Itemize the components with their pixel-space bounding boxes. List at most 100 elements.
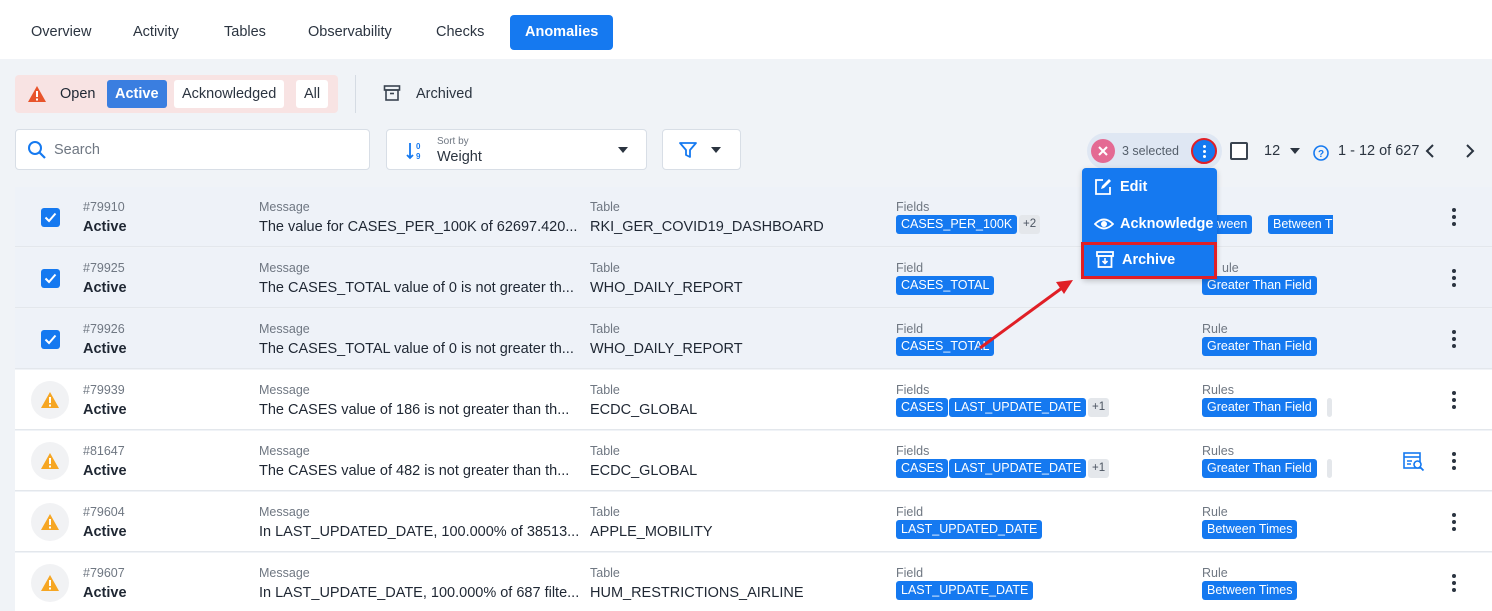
fields-label: Field bbox=[896, 322, 924, 336]
bulk-actions-menu: Edit Acknowledge Archive bbox=[1081, 168, 1217, 279]
row-menu-button[interactable] bbox=[1452, 452, 1456, 470]
check-icon bbox=[44, 273, 57, 284]
status-acknowledged-button[interactable]: Acknowledged bbox=[174, 80, 285, 108]
row-checkbox[interactable] bbox=[41, 269, 60, 288]
chevron-left-icon[interactable] bbox=[1425, 144, 1435, 158]
rule-tag: Greater Than Field bbox=[1202, 337, 1317, 356]
table-row[interactable]: #79925 Active Message The CASES_TOTAL va… bbox=[15, 248, 1492, 308]
table-row[interactable]: #79910 Active Message The value for CASE… bbox=[15, 187, 1492, 247]
rule-tag: Greater Than Field bbox=[1202, 459, 1317, 478]
table-label: Table bbox=[590, 444, 620, 458]
rule-tag: Between T bbox=[1268, 215, 1333, 234]
row-menu-button[interactable] bbox=[1452, 513, 1456, 531]
menu-item-archive[interactable]: Archive bbox=[1081, 242, 1217, 279]
rules-cell: etween Between T bbox=[1202, 187, 1333, 247]
row-menu-button[interactable] bbox=[1452, 269, 1456, 287]
search-input[interactable] bbox=[54, 136, 354, 164]
annotation-arrow bbox=[979, 280, 1073, 350]
table-row[interactable]: #81647 Active Message The CASES value of… bbox=[15, 431, 1492, 491]
rule-tag: Greater Than Field bbox=[1202, 398, 1317, 417]
table-name: WHO_DAILY_REPORT bbox=[590, 280, 743, 296]
message-label: Message bbox=[259, 383, 310, 397]
rule-tag: Between Times bbox=[1202, 581, 1298, 600]
clear-selection-button[interactable] bbox=[1091, 139, 1115, 163]
status-open-label: Open bbox=[60, 86, 96, 102]
anomaly-status: Active bbox=[83, 524, 127, 540]
row-checkbox[interactable] bbox=[41, 330, 60, 349]
row-menu-button[interactable] bbox=[1452, 208, 1456, 226]
rules-label: Rule bbox=[1202, 566, 1228, 580]
menu-item-acknowledge[interactable]: Acknowledge bbox=[1082, 206, 1217, 242]
tab-checks[interactable]: Checks bbox=[421, 15, 499, 50]
pagination-range: 1 - 12 of 627 bbox=[1338, 143, 1420, 159]
more-fields-badge[interactable]: +1 bbox=[1088, 459, 1110, 478]
fields-label: Field bbox=[896, 566, 924, 580]
table-label: Table bbox=[590, 200, 620, 214]
chevron-right-icon[interactable] bbox=[1465, 144, 1475, 158]
filter-button[interactable] bbox=[662, 129, 741, 170]
archived-button[interactable]: Archived bbox=[383, 75, 472, 113]
more-rules-badge[interactable] bbox=[1327, 398, 1332, 417]
anomaly-message: The CASES value of 186 is not greater th… bbox=[259, 402, 570, 418]
status-filter: Open Active Acknowledged All bbox=[15, 75, 338, 113]
tab-observability[interactable]: Observability bbox=[293, 15, 407, 50]
anomaly-message: The value for CASES_PER_100K of 62697.42… bbox=[259, 219, 578, 235]
anomaly-status: Active bbox=[83, 585, 127, 601]
warning-icon bbox=[28, 86, 46, 102]
row-menu-button[interactable] bbox=[1452, 391, 1456, 409]
table-row[interactable]: #79939 Active Message The CASES value of… bbox=[15, 370, 1492, 430]
message-label: Message bbox=[259, 261, 310, 275]
check-icon bbox=[44, 212, 57, 223]
more-fields-badge[interactable]: +1 bbox=[1088, 398, 1110, 417]
table-row[interactable]: #79926 Active Message The CASES_TOTAL va… bbox=[15, 309, 1492, 369]
chevron-down-icon bbox=[711, 147, 721, 153]
table-row[interactable]: #79607 Active Message In LAST_UPDATE_DAT… bbox=[15, 553, 1492, 611]
field-tag: LAST_UPDATE_DATE bbox=[949, 398, 1087, 417]
anomaly-message: The CASES_TOTAL value of 0 is not greate… bbox=[259, 280, 574, 296]
fields-label: Fields bbox=[896, 200, 930, 214]
row-menu-button[interactable] bbox=[1452, 330, 1456, 348]
archive-icon bbox=[1096, 251, 1114, 268]
menu-item-edit[interactable]: Edit bbox=[1082, 169, 1217, 205]
fields-label: Field bbox=[896, 505, 924, 519]
table-row[interactable]: #79604 Active Message In LAST_UPDATED_DA… bbox=[15, 492, 1492, 552]
table-label: Table bbox=[590, 505, 620, 519]
row-menu-button[interactable] bbox=[1452, 574, 1456, 592]
search-box bbox=[15, 129, 370, 170]
rule-tag: Between Times bbox=[1202, 520, 1298, 539]
tab-tables[interactable]: Tables bbox=[209, 15, 281, 50]
field-tag: CASES bbox=[896, 459, 949, 478]
sort-dropdown[interactable]: 0 9 Sort by Weight bbox=[386, 129, 647, 170]
table-label: Table bbox=[590, 261, 620, 275]
help-icon[interactable]: ? bbox=[1313, 145, 1329, 161]
select-all-checkbox[interactable] bbox=[1230, 142, 1248, 160]
anomaly-id: #79939 bbox=[83, 383, 125, 397]
status-all-button[interactable]: All bbox=[296, 80, 329, 108]
anomaly-message: In LAST_UPDATED_DATE, 100.000% of 38513.… bbox=[259, 524, 579, 540]
warning-icon bbox=[31, 503, 69, 541]
chevron-down-icon bbox=[618, 147, 628, 153]
message-label: Message bbox=[259, 566, 310, 580]
archived-label: Archived bbox=[416, 86, 473, 102]
sort-icon: 0 9 bbox=[406, 142, 421, 161]
tab-anomalies[interactable]: Anomalies bbox=[510, 15, 614, 50]
status-active-button[interactable]: Active bbox=[107, 80, 167, 108]
row-checkbox[interactable] bbox=[41, 208, 60, 227]
anomaly-id: #79926 bbox=[83, 322, 125, 336]
data-quality-search-icon[interactable] bbox=[1403, 452, 1425, 472]
chevron-down-icon[interactable] bbox=[1290, 148, 1300, 154]
table-name: ECDC_GLOBAL bbox=[590, 463, 698, 479]
table-name: HUM_RESTRICTIONS_AIRLINE bbox=[590, 585, 804, 601]
anomaly-id: #79604 bbox=[83, 505, 125, 519]
table-label: Table bbox=[590, 383, 620, 397]
bulk-actions-button[interactable] bbox=[1191, 138, 1217, 164]
table-name: ECDC_GLOBAL bbox=[590, 402, 698, 418]
field-tag: CASES bbox=[896, 398, 949, 417]
archive-box-icon bbox=[383, 85, 401, 101]
fields-label: Field bbox=[896, 261, 924, 275]
tab-overview[interactable]: Overview bbox=[16, 15, 106, 50]
per-page-value[interactable]: 12 bbox=[1264, 134, 1280, 168]
more-fields-badge[interactable]: +2 bbox=[1019, 215, 1041, 234]
tab-activity[interactable]: Activity bbox=[118, 15, 194, 50]
more-rules-badge[interactable] bbox=[1327, 459, 1332, 478]
